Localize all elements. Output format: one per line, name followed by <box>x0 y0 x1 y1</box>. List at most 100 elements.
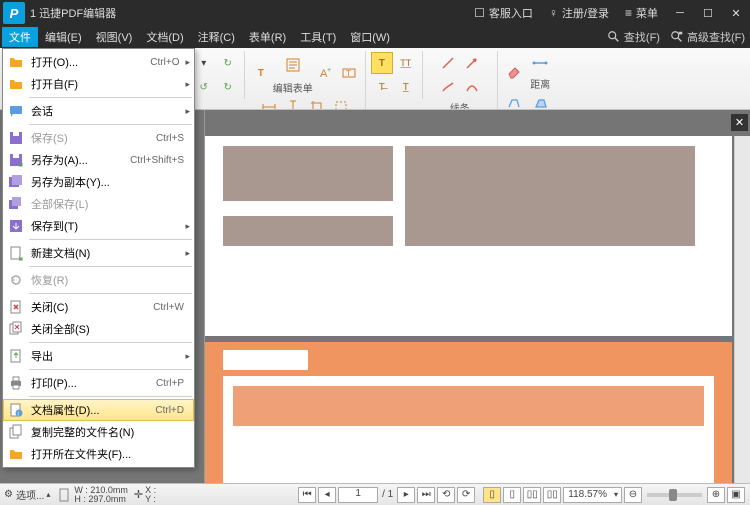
content-block <box>223 146 393 201</box>
layout-single-button[interactable]: ▯ <box>483 487 501 503</box>
perimeter-icon[interactable] <box>503 92 525 110</box>
pencil-icon[interactable] <box>437 76 459 98</box>
edit-forms-icon[interactable] <box>280 52 306 78</box>
file-menu-item[interactable]: 恢复(R) <box>3 269 194 291</box>
fit-page-button[interactable]: ▣ <box>727 487 745 503</box>
layout-cont-button[interactable]: ▯ <box>503 487 521 503</box>
saveall-icon <box>7 196 25 212</box>
menu-item-label: 新建文档(N) <box>31 245 185 261</box>
file-menu-dropdown: 打开(O)...Ctrl+O▸打开自(F)▸ 会话▸ 保存(S)Ctrl+S另存为(… <box>2 48 195 468</box>
menu-document[interactable]: 文档(D) <box>139 27 190 47</box>
nav-back-button[interactable]: ⟲ <box>437 487 455 503</box>
tt-icon[interactable]: T̲T̲ <box>395 52 417 74</box>
main-menu-link[interactable]: ≡菜单 <box>617 5 666 21</box>
document-canvas[interactable]: ✕ <box>205 110 750 483</box>
support-label: 客服入口 <box>489 5 533 21</box>
support-link[interactable]: ☐客服入口 <box>466 5 541 21</box>
file-menu-item[interactable]: 另存为(A)...Ctrl+Shift+S <box>3 149 194 171</box>
menu-comment[interactable]: 注释(C) <box>191 27 242 47</box>
close-window-button[interactable]: ✕ <box>722 0 750 26</box>
dimension-h-icon[interactable] <box>258 96 280 110</box>
login-link[interactable]: ♀注册/登录 <box>541 5 617 21</box>
menu-tools[interactable]: 工具(T) <box>293 27 343 47</box>
y-label: Y : <box>145 495 156 504</box>
title-bar: P 1 迅捷PDF编辑器 ☐客服入口 ♀注册/登录 ≡菜单 ─ ☐ ✕ <box>0 0 750 26</box>
reload-icon[interactable]: ↻ <box>217 76 239 98</box>
file-menu-item[interactable]: 另存为副本(Y)... <box>3 171 194 193</box>
distance-icon[interactable] <box>529 52 551 74</box>
line-icon[interactable] <box>437 52 459 74</box>
file-menu-item[interactable]: 保存到(T)▸ <box>3 215 194 237</box>
submenu-arrow-icon: ▸ <box>185 57 190 68</box>
vertical-scrollbar[interactable] <box>734 136 750 483</box>
file-menu-item[interactable]: 关闭全部(S) <box>3 318 194 340</box>
menu-file[interactable]: 文件 <box>2 27 38 47</box>
nav-fwd-button[interactable]: ⟳ <box>457 487 475 503</box>
last-page-button[interactable]: ⏭ <box>417 487 435 503</box>
file-menu-item[interactable]: 打印(P)...Ctrl+P <box>3 372 194 394</box>
options-button[interactable]: ⚙选项...▴ <box>4 487 50 502</box>
page-size-display: W : 210.0mm H : 297.0mm <box>56 486 128 504</box>
find-button[interactable]: 查找(F) <box>602 29 665 45</box>
file-menu-item[interactable]: 导出▸ <box>3 345 194 367</box>
dimension-v-icon[interactable] <box>282 96 304 110</box>
menu-window[interactable]: 窗口(W) <box>343 27 397 47</box>
prev-page-button[interactable]: ◂ <box>318 487 336 503</box>
openloc-icon <box>7 446 25 462</box>
file-menu-item[interactable]: 打开所在文件夹(F)... <box>3 443 194 465</box>
close-icon <box>7 299 25 315</box>
eraser-icon[interactable] <box>503 60 525 82</box>
status-zoom-combo[interactable]: 118.57% <box>563 487 622 503</box>
close-panel-icon[interactable]: ✕ <box>731 114 748 131</box>
maximize-button[interactable]: ☐ <box>694 0 722 26</box>
curve-icon[interactable] <box>461 76 483 98</box>
add-text-icon[interactable]: A+ <box>314 62 336 84</box>
file-menu-item[interactable]: 保存(S)Ctrl+S <box>3 127 194 149</box>
menu-separator <box>29 396 192 397</box>
file-menu-item[interactable]: 打开自(F)▸ <box>3 73 194 95</box>
window-title: 1 迅捷PDF编辑器 <box>30 5 116 21</box>
chevron-down-icon[interactable]: ▾ <box>193 52 215 74</box>
first-page-button[interactable]: ⏮ <box>298 487 316 503</box>
undo-icon[interactable]: ↺ <box>193 76 215 98</box>
menu-separator <box>29 97 192 98</box>
saveas-icon <box>7 152 25 168</box>
menu-edit[interactable]: 编辑(E) <box>38 27 89 47</box>
page-input[interactable]: 1 <box>338 487 378 503</box>
text-field-icon[interactable]: T <box>338 62 360 84</box>
file-menu-item[interactable]: 打开(O)...Ctrl+O▸ <box>3 51 194 73</box>
underline-icon[interactable]: T̲ <box>395 76 417 98</box>
arrow-icon[interactable] <box>461 52 483 74</box>
snap-icon[interactable] <box>330 96 352 110</box>
minimize-button[interactable]: ─ <box>666 0 694 26</box>
adv-find-button[interactable]: 高级查找(F) <box>665 29 750 45</box>
content-block <box>223 350 308 370</box>
zoom-slider[interactable] <box>647 493 702 497</box>
file-menu-item[interactable]: i文档属性(D)...Ctrl+D <box>3 399 194 421</box>
file-menu-item[interactable]: 全部保存(L) <box>3 193 194 215</box>
file-menu-item[interactable]: 会话▸ <box>3 100 194 122</box>
zoom-minus-button[interactable]: ⊖ <box>624 487 642 503</box>
menu-separator <box>29 124 192 125</box>
layout-facing-button[interactable]: ▯▯ <box>523 487 541 503</box>
highlight-icon[interactable]: T <box>371 52 393 74</box>
adv-find-label: 高级查找(F) <box>687 29 745 45</box>
file-menu-item[interactable]: 新建文档(N)▸ <box>3 242 194 264</box>
menu-separator <box>29 293 192 294</box>
zoom-slider-thumb[interactable] <box>669 489 677 501</box>
menu-item-shortcut: Ctrl+W <box>153 302 184 313</box>
crop-icon[interactable] <box>306 96 328 110</box>
submenu-arrow-icon: ▸ <box>185 351 190 362</box>
redo-icon[interactable]: ↻ <box>217 52 239 74</box>
zoom-plus-button[interactable]: ⊕ <box>707 487 725 503</box>
menu-forms[interactable]: 表单(R) <box>242 27 293 47</box>
next-page-button[interactable]: ▸ <box>397 487 415 503</box>
file-menu-item[interactable]: 关闭(C)Ctrl+W <box>3 296 194 318</box>
options-label: 选项... <box>16 487 44 502</box>
strike-icon[interactable]: T̶ <box>371 76 393 98</box>
layout-fcont-button[interactable]: ▯▯ <box>543 487 561 503</box>
file-menu-item[interactable]: 复制完整的文件名(N) <box>3 421 194 443</box>
area-icon[interactable] <box>530 92 552 110</box>
text-icon[interactable]: T <box>250 62 272 84</box>
menu-view[interactable]: 视图(V) <box>89 27 140 47</box>
